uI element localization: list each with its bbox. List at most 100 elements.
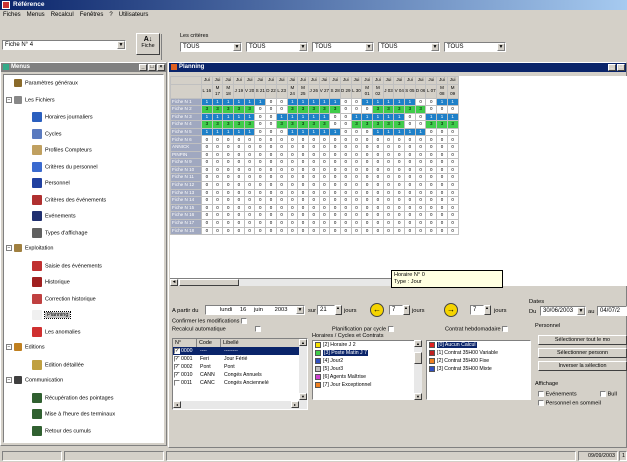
planning-cell[interactable]: 1 <box>201 127 213 137</box>
planning-cell[interactable]: 1 <box>404 97 416 107</box>
minimize-icon[interactable]: _ <box>139 64 147 71</box>
planning-cell[interactable]: 0 <box>286 143 299 152</box>
scroll-thumb[interactable] <box>414 352 422 364</box>
header-day[interactable]: S 28 <box>329 83 341 99</box>
planning-cell[interactable]: 3 <box>201 105 213 114</box>
planning-cell[interactable]: 1 <box>307 112 320 122</box>
planning-cell[interactable]: 0 <box>243 135 256 145</box>
planning-cell[interactable]: 3 <box>350 120 363 129</box>
planning-cell[interactable]: 0 <box>436 127 448 137</box>
planning-cell[interactable]: 0 <box>286 173 299 183</box>
collapse-icon[interactable]: − <box>6 344 12 350</box>
planning-cell[interactable]: 0 <box>275 203 288 213</box>
planning-cell[interactable]: 0 <box>446 188 459 198</box>
horaires-vscrollbar[interactable]: ▲ ▼ <box>414 340 422 400</box>
planning-cell[interactable]: 0 <box>297 196 309 205</box>
planning-cell[interactable]: 0 <box>201 135 213 145</box>
menu-item-5[interactable]: Utilisateurs <box>119 12 149 18</box>
planning-cell[interactable]: 0 <box>339 112 352 122</box>
planning-cell[interactable]: 0 <box>436 181 448 190</box>
planning-cell[interactable]: 0 <box>211 203 224 213</box>
planning-cell[interactable]: 0 <box>393 188 406 198</box>
planning-cell[interactable]: 0 <box>425 173 438 183</box>
close-icon[interactable]: × <box>157 64 165 71</box>
planning-cell[interactable]: 0 <box>404 226 416 236</box>
table-row[interactable]: ✓ 0001 Feri Jour Férié <box>173 355 307 363</box>
criteria-combo-3[interactable]: TOUS ▼ <box>378 42 440 52</box>
planning-cell[interactable]: 1 <box>201 112 213 122</box>
select-all-button[interactable]: Sélectionner tout le mo <box>538 335 627 345</box>
planning-cell[interactable]: 0 <box>307 196 320 205</box>
planning-cell[interactable]: 0 <box>446 165 459 175</box>
planning-cell[interactable]: 0 <box>361 158 373 167</box>
planning-cell[interactable]: 0 <box>382 135 395 145</box>
planning-cell[interactable]: 1 <box>297 112 309 122</box>
planning-cell[interactable]: 0 <box>318 165 331 175</box>
planning-cell[interactable]: 0 <box>297 143 309 152</box>
planning-cell[interactable]: 1 <box>329 97 341 107</box>
planning-cell[interactable]: 3 <box>414 105 427 114</box>
planning-cell[interactable]: 0 <box>382 226 395 236</box>
planning-cell[interactable]: 0 <box>372 150 384 160</box>
planning-cell[interactable]: 0 <box>339 211 352 220</box>
planning-cell[interactable]: 3 <box>382 105 395 114</box>
planning-cell[interactable]: 0 <box>265 211 277 220</box>
header-day[interactable]: S 21 <box>254 83 267 99</box>
planning-cell[interactable]: 0 <box>307 219 320 228</box>
planning-cell[interactable]: 3 <box>446 120 459 129</box>
planning-cell[interactable]: 0 <box>350 211 363 220</box>
planning-cell[interactable]: 1 <box>286 112 299 122</box>
planning-cell[interactable]: 0 <box>425 188 438 198</box>
planning-cell[interactable]: 0 <box>425 97 438 107</box>
row-header[interactable]: Fiche N 6 <box>170 135 202 145</box>
step2-spinner[interactable]: 7 <box>470 305 484 315</box>
planning-cell[interactable]: 0 <box>446 127 459 137</box>
planning-cell[interactable]: 0 <box>201 165 213 175</box>
planning-cell[interactable]: 3 <box>286 105 299 114</box>
planning-cell[interactable]: 3 <box>393 120 406 129</box>
planning-cell[interactable]: 0 <box>414 181 427 190</box>
planning-cell[interactable]: 0 <box>382 188 395 198</box>
planning-cell[interactable]: 0 <box>436 173 448 183</box>
planning-cell[interactable]: 0 <box>222 211 235 220</box>
planning-cell[interactable]: 0 <box>339 150 352 160</box>
planning-cell[interactable]: 0 <box>350 203 363 213</box>
planning-grid[interactable]: Jui Jui Jui Jui Jui Jui Jui Jui Jui Jui Jui Jui Jui J… <box>170 76 627 286</box>
planning-cell[interactable]: 1 <box>297 127 309 137</box>
planning-cell[interactable]: 0 <box>414 196 427 205</box>
planning-cell[interactable]: 0 <box>318 211 331 220</box>
planning-cell[interactable]: 0 <box>243 219 256 228</box>
planning-cell[interactable]: 0 <box>201 173 213 183</box>
planning-cell[interactable]: 3 <box>393 105 406 114</box>
planning-cell[interactable]: 0 <box>372 211 384 220</box>
planning-cell[interactable]: 0 <box>414 143 427 152</box>
list-item[interactable]: [5] Jour3 <box>313 365 421 373</box>
days-spinner[interactable]: 21 <box>317 305 335 315</box>
planning-cell[interactable]: 1 <box>382 112 395 122</box>
planning-cell[interactable]: 0 <box>339 196 352 205</box>
row-checkbox[interactable]: ✓ <box>174 371 180 378</box>
planning-cell[interactable]: 0 <box>446 158 459 167</box>
planning-cell[interactable]: 0 <box>286 158 299 167</box>
planning-cell[interactable]: 0 <box>307 173 320 183</box>
planning-cell[interactable]: 0 <box>361 196 373 205</box>
planning-cell[interactable]: 0 <box>275 196 288 205</box>
planning-cell[interactable]: 0 <box>339 219 352 228</box>
planning-cell[interactable]: 0 <box>425 127 438 137</box>
planning-cell[interactable]: 0 <box>393 158 406 167</box>
planning-cell[interactable]: 0 <box>297 226 309 236</box>
planning-cell[interactable]: 0 <box>329 143 341 152</box>
planning-cell[interactable]: 0 <box>404 188 416 198</box>
planning-cell[interactable]: 0 <box>307 226 320 236</box>
planning-cell[interactable]: 0 <box>425 203 438 213</box>
scroll-up-icon[interactable]: ▲ <box>299 339 307 346</box>
table-row[interactable]: ✓ 0010 CANN Congés Annuels <box>173 371 307 379</box>
tree-item-5[interactable]: Critères du personnel <box>32 161 98 172</box>
planning-cell[interactable]: 0 <box>233 181 245 190</box>
invert-selection-button[interactable]: Inverser la sélection <box>538 361 627 371</box>
planning-cell[interactable]: 0 <box>329 226 341 236</box>
planning-cell[interactable]: 0 <box>201 181 213 190</box>
planning-cell[interactable]: 0 <box>361 143 373 152</box>
planning-cell[interactable]: 0 <box>339 105 352 114</box>
planning-cell[interactable]: 0 <box>233 188 245 198</box>
